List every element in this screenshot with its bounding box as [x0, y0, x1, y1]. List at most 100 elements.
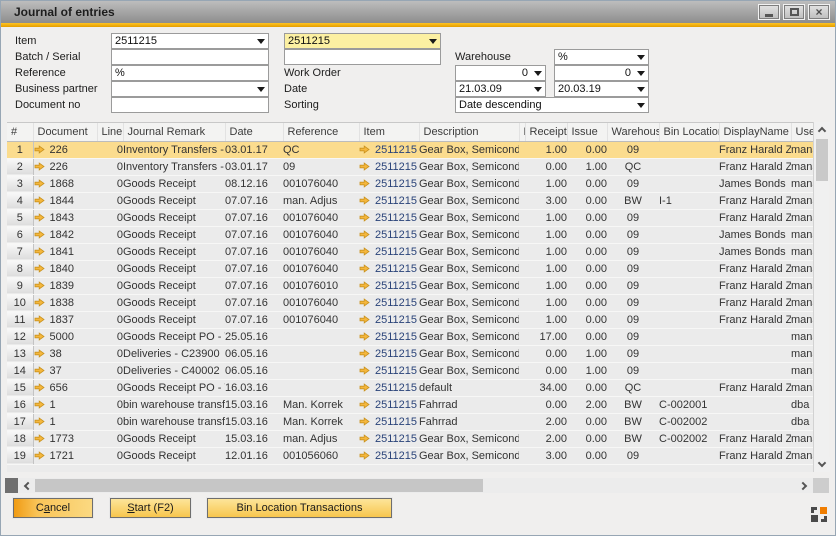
link-arrow-icon[interactable]: [34, 400, 45, 409]
work-order-from[interactable]: 0: [455, 65, 546, 81]
start-button[interactable]: Start (F2): [110, 498, 191, 518]
cell-num[interactable]: 4: [7, 192, 33, 209]
batch-serial-input[interactable]: [111, 49, 269, 65]
link-arrow-icon[interactable]: [34, 179, 45, 188]
link-arrow-icon[interactable]: [34, 315, 45, 324]
table-row[interactable]: 156560Goods Receipt PO - V1016.03.162511…: [7, 379, 813, 396]
cell-num[interactable]: 12: [7, 328, 33, 345]
link-arrow-icon[interactable]: [34, 366, 45, 375]
table-row[interactable]: 1610bin warehouse transfer15.03.16Man. K…: [7, 396, 813, 413]
chevron-down-icon[interactable]: [637, 55, 645, 60]
link-arrow-icon[interactable]: [34, 230, 45, 239]
column-header-num[interactable]: #: [7, 123, 33, 141]
link-arrow-icon[interactable]: [359, 230, 370, 239]
table-row[interactable]: 1817730Goods Receipt15.03.16man. Adjus25…: [7, 430, 813, 447]
cell-num[interactable]: 13: [7, 345, 33, 362]
scroll-up-button[interactable]: [814, 122, 830, 137]
link-arrow-icon[interactable]: [34, 196, 45, 205]
link-arrow-icon[interactable]: [359, 213, 370, 222]
horizontal-scrollbar[interactable]: [5, 478, 829, 493]
work-order-to[interactable]: 0: [554, 65, 649, 81]
business-partner-combo[interactable]: [111, 81, 269, 97]
chevron-down-icon[interactable]: [534, 87, 542, 92]
link-arrow-icon[interactable]: [34, 247, 45, 256]
maximize-button[interactable]: [783, 4, 805, 20]
vertical-scroll-thumb[interactable]: [816, 139, 828, 181]
column-header-item[interactable]: Item: [359, 123, 419, 141]
cell-num[interactable]: 19: [7, 447, 33, 464]
cell-num[interactable]: 18: [7, 430, 33, 447]
column-header-display_name[interactable]: DisplayName: [719, 123, 791, 141]
column-header-date[interactable]: Date: [225, 123, 283, 141]
chevron-down-icon[interactable]: [637, 87, 645, 92]
cell-num[interactable]: 3: [7, 175, 33, 192]
warehouse-combo[interactable]: %: [554, 49, 649, 65]
cell-num[interactable]: 2: [7, 158, 33, 175]
chevron-down-icon[interactable]: [257, 39, 265, 44]
link-arrow-icon[interactable]: [34, 264, 45, 273]
split-handle[interactable]: [5, 478, 18, 493]
link-arrow-icon[interactable]: [34, 213, 45, 222]
item-combo-2[interactable]: 2511215: [284, 33, 441, 49]
table-row[interactable]: 1917210Goods Receipt12.01.16001056060251…: [7, 447, 813, 464]
horizontal-scroll-thumb[interactable]: [35, 479, 483, 492]
link-arrow-icon[interactable]: [359, 196, 370, 205]
column-header-issue[interactable]: Issue: [567, 123, 607, 141]
link-arrow-icon[interactable]: [34, 162, 45, 171]
cell-num[interactable]: 5: [7, 209, 33, 226]
link-arrow-icon[interactable]: [359, 145, 370, 154]
date-to-combo[interactable]: 20.03.19: [554, 81, 649, 97]
link-arrow-icon[interactable]: [34, 417, 45, 426]
scroll-right-button[interactable]: [797, 478, 812, 493]
date-from-combo[interactable]: 21.03.09: [455, 81, 546, 97]
column-header-line[interactable]: Line: [97, 123, 123, 141]
link-arrow-icon[interactable]: [34, 298, 45, 307]
column-header-bin_location[interactable]: Bin Location: [659, 123, 719, 141]
link-arrow-icon[interactable]: [359, 383, 370, 392]
sorting-combo[interactable]: Date descending: [455, 97, 649, 113]
scroll-down-button[interactable]: [814, 457, 830, 472]
link-arrow-icon[interactable]: [359, 400, 370, 409]
cell-num[interactable]: 10: [7, 294, 33, 311]
cell-num[interactable]: 6: [7, 226, 33, 243]
table-row[interactable]: 1250000Goods Receipt PO - V2025.05.16251…: [7, 328, 813, 345]
table-row[interactable]: 818400Goods Receipt07.07.160010760402511…: [7, 260, 813, 277]
table-row[interactable]: 618420Goods Receipt07.07.160010760402511…: [7, 226, 813, 243]
table-row[interactable]: 1710bin warehouse transfer15.03.16Man. K…: [7, 413, 813, 430]
link-arrow-icon[interactable]: [359, 332, 370, 341]
column-header-remark[interactable]: Journal Remark: [123, 123, 225, 141]
link-arrow-icon[interactable]: [34, 383, 45, 392]
link-arrow-icon[interactable]: [359, 264, 370, 273]
reference-input[interactable]: %: [111, 65, 269, 81]
table-row[interactable]: 318680Goods Receipt08.12.160010760402511…: [7, 175, 813, 192]
link-arrow-icon[interactable]: [34, 281, 45, 290]
table-row[interactable]: 12260Inventory Transfers -03.01.17QC2511…: [7, 141, 813, 158]
link-arrow-icon[interactable]: [359, 179, 370, 188]
link-arrow-icon[interactable]: [359, 434, 370, 443]
chevron-down-icon[interactable]: [257, 87, 265, 92]
cell-num[interactable]: 14: [7, 362, 33, 379]
table-row[interactable]: 418440Goods Receipt07.07.16man. Adjus251…: [7, 192, 813, 209]
link-arrow-icon[interactable]: [359, 349, 370, 358]
expand-form-icon[interactable]: [811, 507, 827, 522]
bin-location-transactions-button[interactable]: Bin Location Transactions: [207, 498, 392, 518]
table-row[interactable]: 718410Goods Receipt07.07.160010760402511…: [7, 243, 813, 260]
column-header-user[interactable]: User: [791, 123, 813, 141]
link-arrow-icon[interactable]: [359, 162, 370, 171]
link-arrow-icon[interactable]: [34, 145, 45, 154]
scroll-left-button[interactable]: [19, 478, 34, 493]
link-arrow-icon[interactable]: [34, 349, 45, 358]
column-header-document[interactable]: Document: [33, 123, 97, 141]
table-row[interactable]: 1018380Goods Receipt07.07.16001076040251…: [7, 294, 813, 311]
table-row[interactable]: 13380Deliveries - C2390006.05.162511215G…: [7, 345, 813, 362]
link-arrow-icon[interactable]: [359, 366, 370, 375]
chevron-down-icon[interactable]: [534, 71, 542, 76]
item-combo[interactable]: 2511215: [111, 33, 269, 49]
batch-serial-input-2[interactable]: [284, 49, 441, 65]
chevron-down-icon[interactable]: [637, 71, 645, 76]
cell-num[interactable]: 16: [7, 396, 33, 413]
cell-num[interactable]: 8: [7, 260, 33, 277]
table-row[interactable]: 918390Goods Receipt07.07.160010760102511…: [7, 277, 813, 294]
link-arrow-icon[interactable]: [359, 298, 370, 307]
column-header-description[interactable]: Description: [419, 123, 519, 141]
